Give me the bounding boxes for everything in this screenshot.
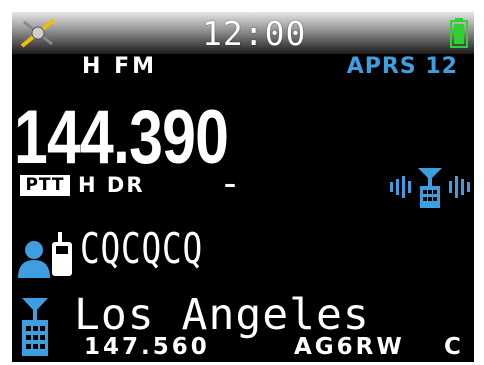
radio-user-icon bbox=[18, 232, 72, 278]
ptt-badge: PTT bbox=[20, 175, 70, 196]
operating-frequency: 144.390 bbox=[14, 95, 229, 180]
clock: 12:00 bbox=[202, 14, 307, 53]
repeater-name: Los Angeles bbox=[74, 290, 370, 340]
status-dash: – bbox=[224, 170, 236, 198]
power-dr-label: H DR bbox=[78, 173, 145, 197]
to-call-value: CQCQCQ bbox=[80, 224, 204, 273]
mode-row: H FM APRS 12 bbox=[12, 54, 474, 84]
battery-full-icon bbox=[450, 18, 468, 48]
repeater-module: C bbox=[444, 334, 464, 360]
repeater-signal-icon bbox=[390, 168, 470, 208]
repeater-icon bbox=[22, 298, 48, 356]
aprs-indicator: APRS 12 bbox=[346, 54, 458, 79]
repeater-details: 147.560 AG6RW C bbox=[74, 334, 474, 362]
repeater-frequency: 147.560 bbox=[84, 334, 210, 360]
status-bar: 12:00 bbox=[12, 12, 474, 54]
power-mode-label: H FM bbox=[82, 54, 157, 79]
radio-display: 12:00 H FM APRS 12 144.390 PTT H DR – CQ… bbox=[12, 12, 474, 362]
satellite-gps-icon bbox=[20, 18, 56, 48]
repeater-callsign: AG6RW bbox=[294, 334, 405, 360]
